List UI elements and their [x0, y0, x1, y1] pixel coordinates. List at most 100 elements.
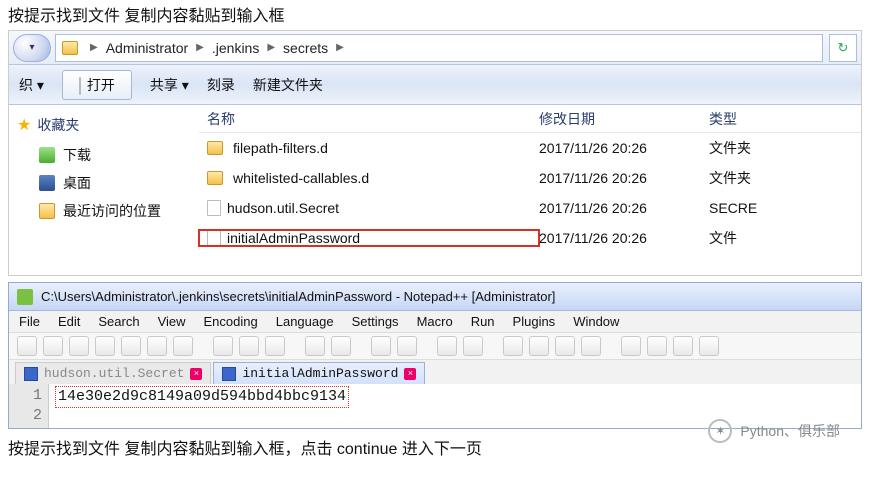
- menu-item-settings[interactable]: Settings: [352, 314, 399, 329]
- instruction-top: 按提示找到文件 复制内容黏贴到输入框: [0, 0, 870, 30]
- close-icon[interactable]: [121, 336, 141, 356]
- find-icon[interactable]: [371, 336, 391, 356]
- chevron-right-icon: ▶: [194, 42, 206, 53]
- play-macro-icon[interactable]: [647, 336, 667, 356]
- sidebar: ★ 收藏夹 下载 桌面 最近访问的位置: [9, 105, 199, 275]
- file-icon: [207, 200, 221, 216]
- lang-icon[interactable]: [581, 336, 601, 356]
- zoom-in-icon[interactable]: [437, 336, 457, 356]
- password-value: 14e30e2d9c8149a09d594bbd4bbc9134: [55, 386, 349, 408]
- folder-icon: [207, 171, 223, 185]
- file-type: 文件夹: [709, 168, 861, 188]
- menu-item-window[interactable]: Window: [573, 314, 619, 329]
- close-tab-icon[interactable]: ×: [404, 368, 416, 380]
- organize-menu[interactable]: 织 ▾: [19, 75, 44, 95]
- icon-toolbar: [9, 333, 861, 360]
- new-folder-button[interactable]: 新建文件夹: [253, 75, 323, 95]
- editor-tab[interactable]: initialAdminPassword×: [213, 362, 425, 384]
- file-icon: [207, 230, 221, 246]
- file-list: 名称 修改日期 类型 filepath-filters.d2017/11/26 …: [199, 105, 861, 275]
- explorer-window: ▾ ▶ Administrator ▶ .jenkins ▶ secrets ▶…: [8, 30, 862, 276]
- menu-item-edit[interactable]: Edit: [58, 314, 80, 329]
- file-modified: 2017/11/26 20:26: [539, 200, 709, 216]
- refresh-icon: ↻: [838, 40, 849, 56]
- sidebar-item-desktop[interactable]: 桌面: [17, 169, 191, 197]
- file-name: whitelisted-callables.d: [233, 170, 369, 186]
- column-headers: 名称 修改日期 类型: [199, 105, 861, 133]
- menu-item-search[interactable]: Search: [98, 314, 139, 329]
- menu-item-run[interactable]: Run: [471, 314, 495, 329]
- column-modified[interactable]: 修改日期: [539, 109, 709, 129]
- replace-icon[interactable]: [397, 336, 417, 356]
- open-file-icon[interactable]: [43, 336, 63, 356]
- breadcrumb-segment[interactable]: .jenkins: [206, 35, 265, 61]
- stop-icon[interactable]: [699, 336, 719, 356]
- column-name[interactable]: 名称: [199, 109, 539, 129]
- file-name: hudson.util.Secret: [227, 200, 339, 216]
- file-row[interactable]: whitelisted-callables.d 2017/11/26 20:26文…: [199, 163, 861, 193]
- save-icon[interactable]: [69, 336, 89, 356]
- zoom-out-icon[interactable]: [463, 336, 483, 356]
- menu-item-file[interactable]: File: [19, 314, 40, 329]
- editor-tabs: hudson.util.Secret×initialAdminPassword×: [9, 360, 861, 384]
- app-icon: [17, 289, 33, 305]
- watermark: ✶ Python、俱乐部: [708, 419, 840, 443]
- show-chars-icon[interactable]: [529, 336, 549, 356]
- tab-label: hudson.util.Secret: [44, 366, 184, 381]
- menu-item-encoding[interactable]: Encoding: [204, 314, 258, 329]
- save-all-icon[interactable]: [95, 336, 115, 356]
- open-button[interactable]: 打开: [62, 70, 132, 100]
- burn-button[interactable]: 刻录: [207, 75, 235, 95]
- menu-item-macro[interactable]: Macro: [417, 314, 453, 329]
- sidebar-item-recent[interactable]: 最近访问的位置: [17, 197, 191, 225]
- chevron-right-icon: ▶: [88, 42, 100, 53]
- address-bar: ▾ ▶ Administrator ▶ .jenkins ▶ secrets ▶…: [9, 31, 861, 65]
- share-menu[interactable]: 共享 ▾: [150, 75, 189, 95]
- notepadpp-window: C:\Users\Administrator\.jenkins\secrets\…: [8, 282, 862, 429]
- menu-item-plugins[interactable]: Plugins: [513, 314, 556, 329]
- undo-icon[interactable]: [305, 336, 325, 356]
- sidebar-item-downloads[interactable]: 下载: [17, 141, 191, 169]
- breadcrumb-segment[interactable]: secrets: [277, 35, 334, 61]
- paste-icon[interactable]: [265, 336, 285, 356]
- file-modified: 2017/11/26 20:26: [539, 140, 709, 156]
- explorer-toolbar: 织 ▾ 打开 共享 ▾ 刻录 新建文件夹: [9, 65, 861, 105]
- file-modified: 2017/11/26 20:26: [539, 230, 709, 246]
- breadcrumb[interactable]: ▶ Administrator ▶ .jenkins ▶ secrets ▶: [55, 34, 823, 62]
- file-type: 文件: [709, 228, 861, 248]
- nav-back-button[interactable]: ▾: [13, 34, 51, 62]
- close-tab-icon[interactable]: ×: [190, 368, 202, 380]
- file-modified: 2017/11/26 20:26: [539, 170, 709, 186]
- menu-item-view[interactable]: View: [158, 314, 186, 329]
- menu-bar: File Edit Search View Encoding Language Settin…: [9, 311, 861, 333]
- breadcrumb-segment[interactable]: Administrator: [100, 35, 194, 61]
- file-row[interactable]: hudson.util.Secret2017/11/26 20:26SECRE: [199, 193, 861, 223]
- file-row[interactable]: initialAdminPassword2017/11/26 20:26文件: [199, 223, 861, 253]
- redo-icon[interactable]: [331, 336, 351, 356]
- file-row[interactable]: filepath-filters.d2017/11/26 20:26文件夹: [199, 133, 861, 163]
- file-type: 文件夹: [709, 138, 861, 158]
- close-all-icon[interactable]: [147, 336, 167, 356]
- window-title-bar[interactable]: C:\Users\Administrator\.jenkins\secrets\…: [9, 283, 861, 311]
- indent-guide-icon[interactable]: [555, 336, 575, 356]
- wrap-icon[interactable]: [503, 336, 523, 356]
- recent-icon: [39, 203, 55, 219]
- print-icon[interactable]: [173, 336, 193, 356]
- record-macro-icon[interactable]: [621, 336, 641, 356]
- run-icon[interactable]: [673, 336, 693, 356]
- window-title: C:\Users\Administrator\.jenkins\secrets\…: [41, 289, 555, 304]
- chevron-right-icon: ▶: [334, 42, 346, 53]
- column-type[interactable]: 类型: [709, 109, 861, 129]
- menu-item-language[interactable]: Language: [276, 314, 334, 329]
- folder-icon: [207, 141, 223, 155]
- desktop-icon: [39, 175, 55, 191]
- download-icon: [39, 147, 55, 163]
- favorites-header[interactable]: ★ 收藏夹: [17, 115, 191, 135]
- star-icon: ★: [17, 115, 31, 135]
- copy-icon[interactable]: [239, 336, 259, 356]
- cut-icon[interactable]: [213, 336, 233, 356]
- folder-icon: [62, 41, 78, 55]
- new-file-icon[interactable]: [17, 336, 37, 356]
- refresh-button[interactable]: ↻: [829, 34, 857, 62]
- editor-tab[interactable]: hudson.util.Secret ×: [15, 362, 211, 384]
